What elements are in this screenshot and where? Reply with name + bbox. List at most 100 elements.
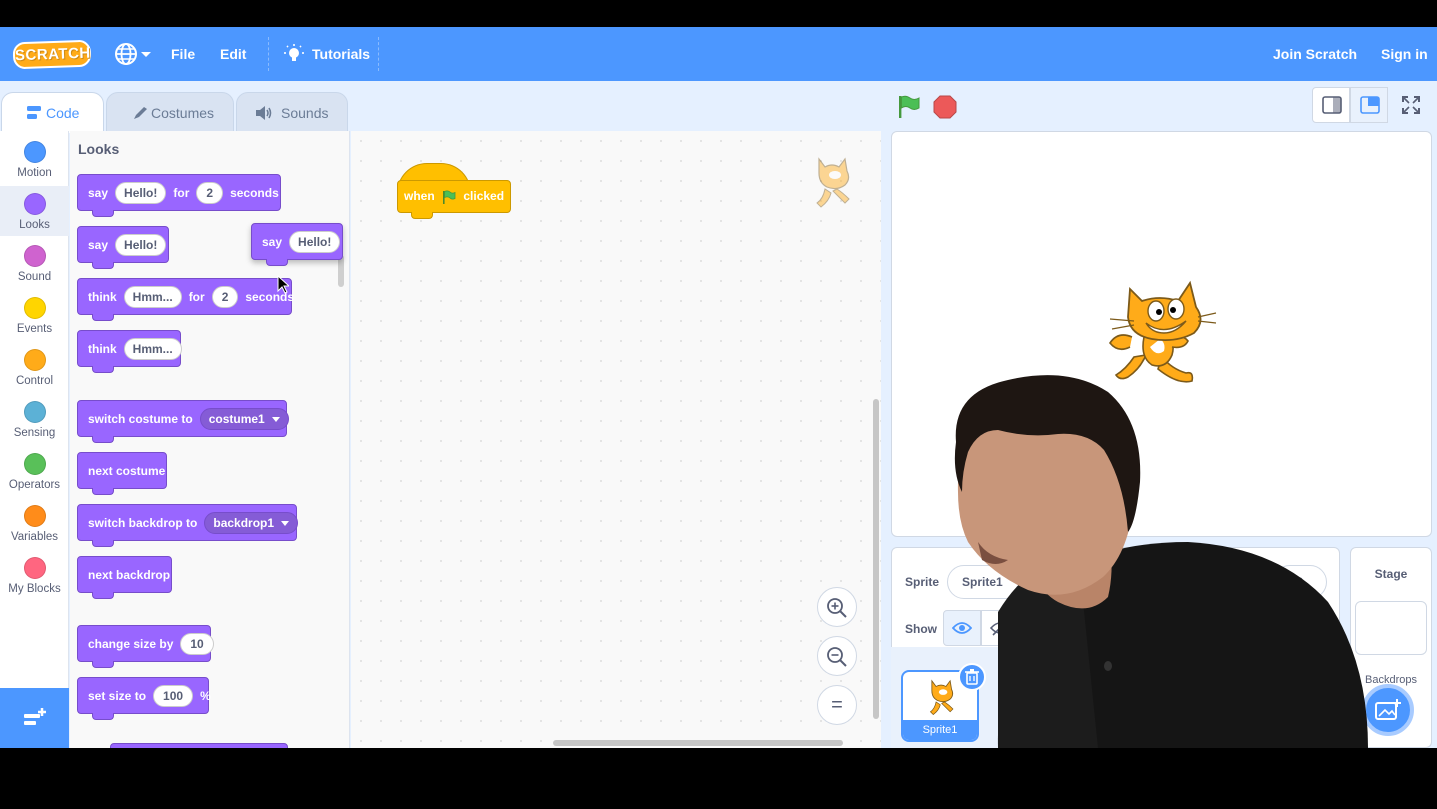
sprite-watermark-icon — [816, 157, 850, 208]
category-sensing[interactable]: Sensing — [0, 394, 69, 444]
tab-costumes[interactable]: Costumes — [106, 92, 234, 132]
choose-backdrop-button[interactable] — [1362, 684, 1414, 736]
menu-bar: SCRATCH File Edit Tutorials Join Scratch… — [0, 27, 1437, 81]
stop-button[interactable] — [933, 95, 957, 119]
block-notch — [92, 661, 114, 668]
tab-sounds-label: Sounds — [281, 105, 329, 121]
block-notch — [92, 488, 114, 495]
say-block[interactable]: say Hello! — [77, 226, 169, 269]
block-notch — [92, 262, 114, 269]
next-backdrop-block[interactable]: next backdrop — [77, 556, 172, 599]
category-label: My Blocks — [8, 583, 61, 595]
add-extension-button[interactable] — [0, 688, 69, 748]
category-sound[interactable]: Sound — [0, 238, 69, 288]
category-menu: Motion Looks Sound Events Control Sensin… — [0, 131, 69, 748]
block-notch — [92, 314, 114, 321]
costume-dropdown[interactable]: costume1 — [199, 407, 289, 430]
fullscreen-icon — [1402, 96, 1420, 114]
category-label: Sensing — [13, 427, 56, 439]
my-blocks-dot — [23, 557, 46, 579]
category-looks[interactable]: Looks — [0, 186, 69, 236]
sign-in-link[interactable]: Sign in — [1381, 27, 1428, 81]
message-input[interactable]: Hello! — [289, 230, 341, 253]
think-block[interactable]: think Hmm... — [77, 330, 182, 373]
say-for-seconds-block[interactable]: say Hello! for 2 seconds — [77, 174, 281, 217]
green-flag-icon — [443, 190, 456, 204]
switch-costume-block[interactable]: switch costume to costume1 — [77, 400, 289, 443]
globe-icon[interactable] — [114, 42, 138, 66]
scratch-editor: SCRATCH File Edit Tutorials Join Scratch… — [0, 27, 1437, 748]
script-area[interactable]: when clicked = — [351, 131, 881, 748]
backdrop-dropdown[interactable]: backdrop1 — [204, 511, 299, 534]
block-text: seconds — [230, 185, 279, 200]
category-control[interactable]: Control — [0, 342, 69, 392]
category-label: Looks — [19, 219, 50, 231]
block-notch — [92, 713, 114, 720]
tab-sounds[interactable]: Sounds — [236, 92, 348, 132]
category-my-blocks[interactable]: My Blocks — [0, 550, 69, 600]
tutorials-menu[interactable]: Tutorials — [312, 27, 370, 81]
category-operators[interactable]: Operators — [0, 446, 69, 496]
small-stage-button[interactable] — [1312, 87, 1350, 123]
join-scratch-link[interactable]: Join Scratch — [1273, 27, 1357, 81]
speaker-icon — [256, 106, 272, 120]
message-input[interactable]: Hello! — [115, 233, 167, 256]
tab-code-label: Code — [46, 105, 80, 121]
block-text: say — [88, 237, 109, 252]
block-text: next costume — [88, 463, 166, 478]
message-input[interactable]: Hmm... — [123, 285, 182, 308]
think-for-seconds-block[interactable]: think Hmm... for 2 seconds — [77, 278, 294, 321]
sound-dot — [23, 245, 46, 267]
block-text: switch backdrop to — [88, 515, 198, 530]
zoom-reset-button[interactable]: = — [817, 685, 857, 725]
edit-menu[interactable]: Edit — [220, 27, 246, 81]
block-text: set size to — [88, 688, 147, 703]
category-events[interactable]: Events — [0, 290, 69, 340]
seconds-input[interactable]: 2 — [211, 285, 239, 308]
block-notch — [92, 210, 114, 217]
when-flag-clicked-block[interactable]: when clicked — [397, 163, 511, 219]
chevron-down-icon — [141, 52, 151, 57]
category-variables[interactable]: Variables — [0, 498, 69, 548]
message-input[interactable]: Hello! — [115, 181, 167, 204]
zoom-out-button[interactable] — [817, 636, 857, 676]
zoom-in-button[interactable] — [817, 587, 857, 627]
green-flag-button[interactable] — [897, 95, 921, 119]
events-dot — [23, 297, 46, 319]
operators-dot — [23, 453, 46, 475]
normal-stage-button[interactable] — [1350, 87, 1388, 123]
menu-divider — [378, 37, 379, 71]
block-text: say — [88, 185, 109, 200]
set-size-block[interactable]: set size to 100 % — [77, 677, 211, 720]
seconds-input[interactable]: 2 — [196, 181, 224, 204]
category-motion[interactable]: Motion — [0, 134, 69, 184]
dragged-say-block[interactable]: say Hello! — [251, 223, 343, 266]
vertical-scrollbar[interactable] — [873, 399, 879, 719]
tab-code[interactable]: Code — [1, 92, 104, 133]
block-text: think — [88, 341, 117, 356]
size-change-input[interactable]: 10 — [180, 632, 214, 655]
block-text: % — [200, 688, 211, 703]
next-costume-block[interactable]: next costume — [77, 452, 167, 495]
fullscreen-button[interactable] — [1392, 87, 1430, 123]
category-label: Variables — [10, 531, 59, 543]
palette-section-title: Looks — [78, 141, 120, 157]
block-text: for — [188, 289, 205, 304]
file-menu[interactable]: File — [171, 27, 195, 81]
block-text: next backdrop — [88, 567, 171, 582]
change-size-block[interactable]: change size by 10 — [77, 625, 214, 668]
size-input[interactable]: 100 — [153, 684, 194, 707]
video-letterbox-bottom — [0, 748, 1437, 809]
block-text: change size by — [88, 636, 174, 651]
block-text: switch costume to — [88, 411, 193, 426]
hat-body: when clicked — [397, 180, 511, 213]
switch-backdrop-block[interactable]: switch backdrop to backdrop1 — [77, 504, 299, 547]
horizontal-scrollbar[interactable] — [553, 740, 843, 746]
message-input[interactable]: Hmm... — [123, 337, 182, 360]
code-blocks-icon — [27, 106, 41, 119]
block-notch — [92, 540, 114, 547]
block-text: clicked — [463, 189, 505, 203]
motion-dot — [23, 141, 46, 163]
show-label: Show — [905, 622, 937, 636]
scratch-logo[interactable]: SCRATCH — [12, 39, 92, 70]
